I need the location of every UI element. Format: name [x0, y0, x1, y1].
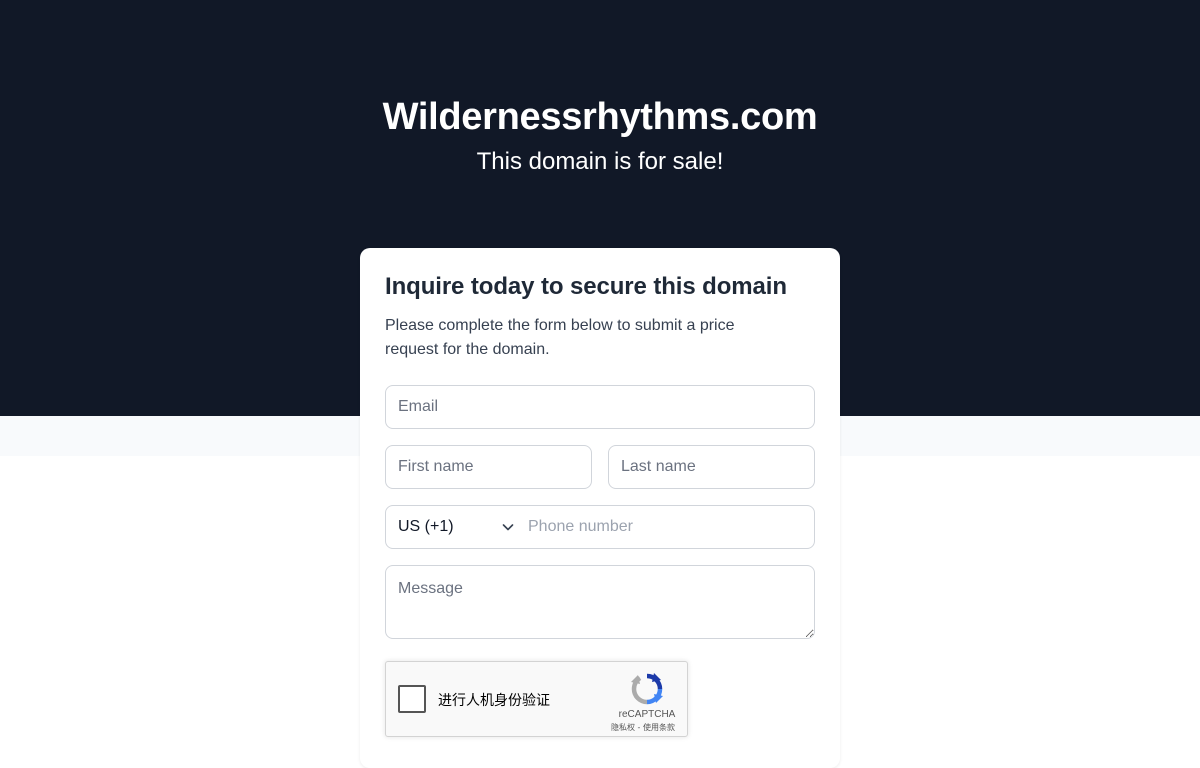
recaptcha-label: 进行人机身份验证: [438, 693, 550, 709]
site-subtitle: This domain is for sale!: [476, 148, 724, 175]
country-code-select[interactable]: US (+1): [398, 506, 454, 548]
recaptcha-widget: 进行人机身份验证 reCAPTCHA 隐私权 - 使用条款: [385, 661, 688, 737]
form-description: Please complete the form below to submit…: [385, 317, 735, 358]
inquiry-card: Inquire today to secure this domain Plea…: [360, 248, 840, 768]
message-textarea[interactable]: [385, 565, 815, 639]
site-title: Wildernessrhythms.com: [382, 96, 818, 138]
phone-number-input[interactable]: [516, 506, 812, 548]
recaptcha-logo-icon: [631, 673, 663, 705]
recaptcha-brand: reCAPTCHA: [618, 709, 676, 720]
first-name-input[interactable]: [385, 445, 592, 489]
recaptcha-links[interactable]: 隐私权 - 使用条款: [598, 722, 688, 733]
email-input[interactable]: [385, 385, 815, 429]
form-heading: Inquire today to secure this domain: [385, 273, 787, 300]
chevron-down-icon[interactable]: [500, 519, 516, 535]
phone-field-group: US (+1): [385, 505, 815, 549]
recaptcha-checkbox[interactable]: [398, 685, 426, 713]
last-name-input[interactable]: [608, 445, 815, 489]
